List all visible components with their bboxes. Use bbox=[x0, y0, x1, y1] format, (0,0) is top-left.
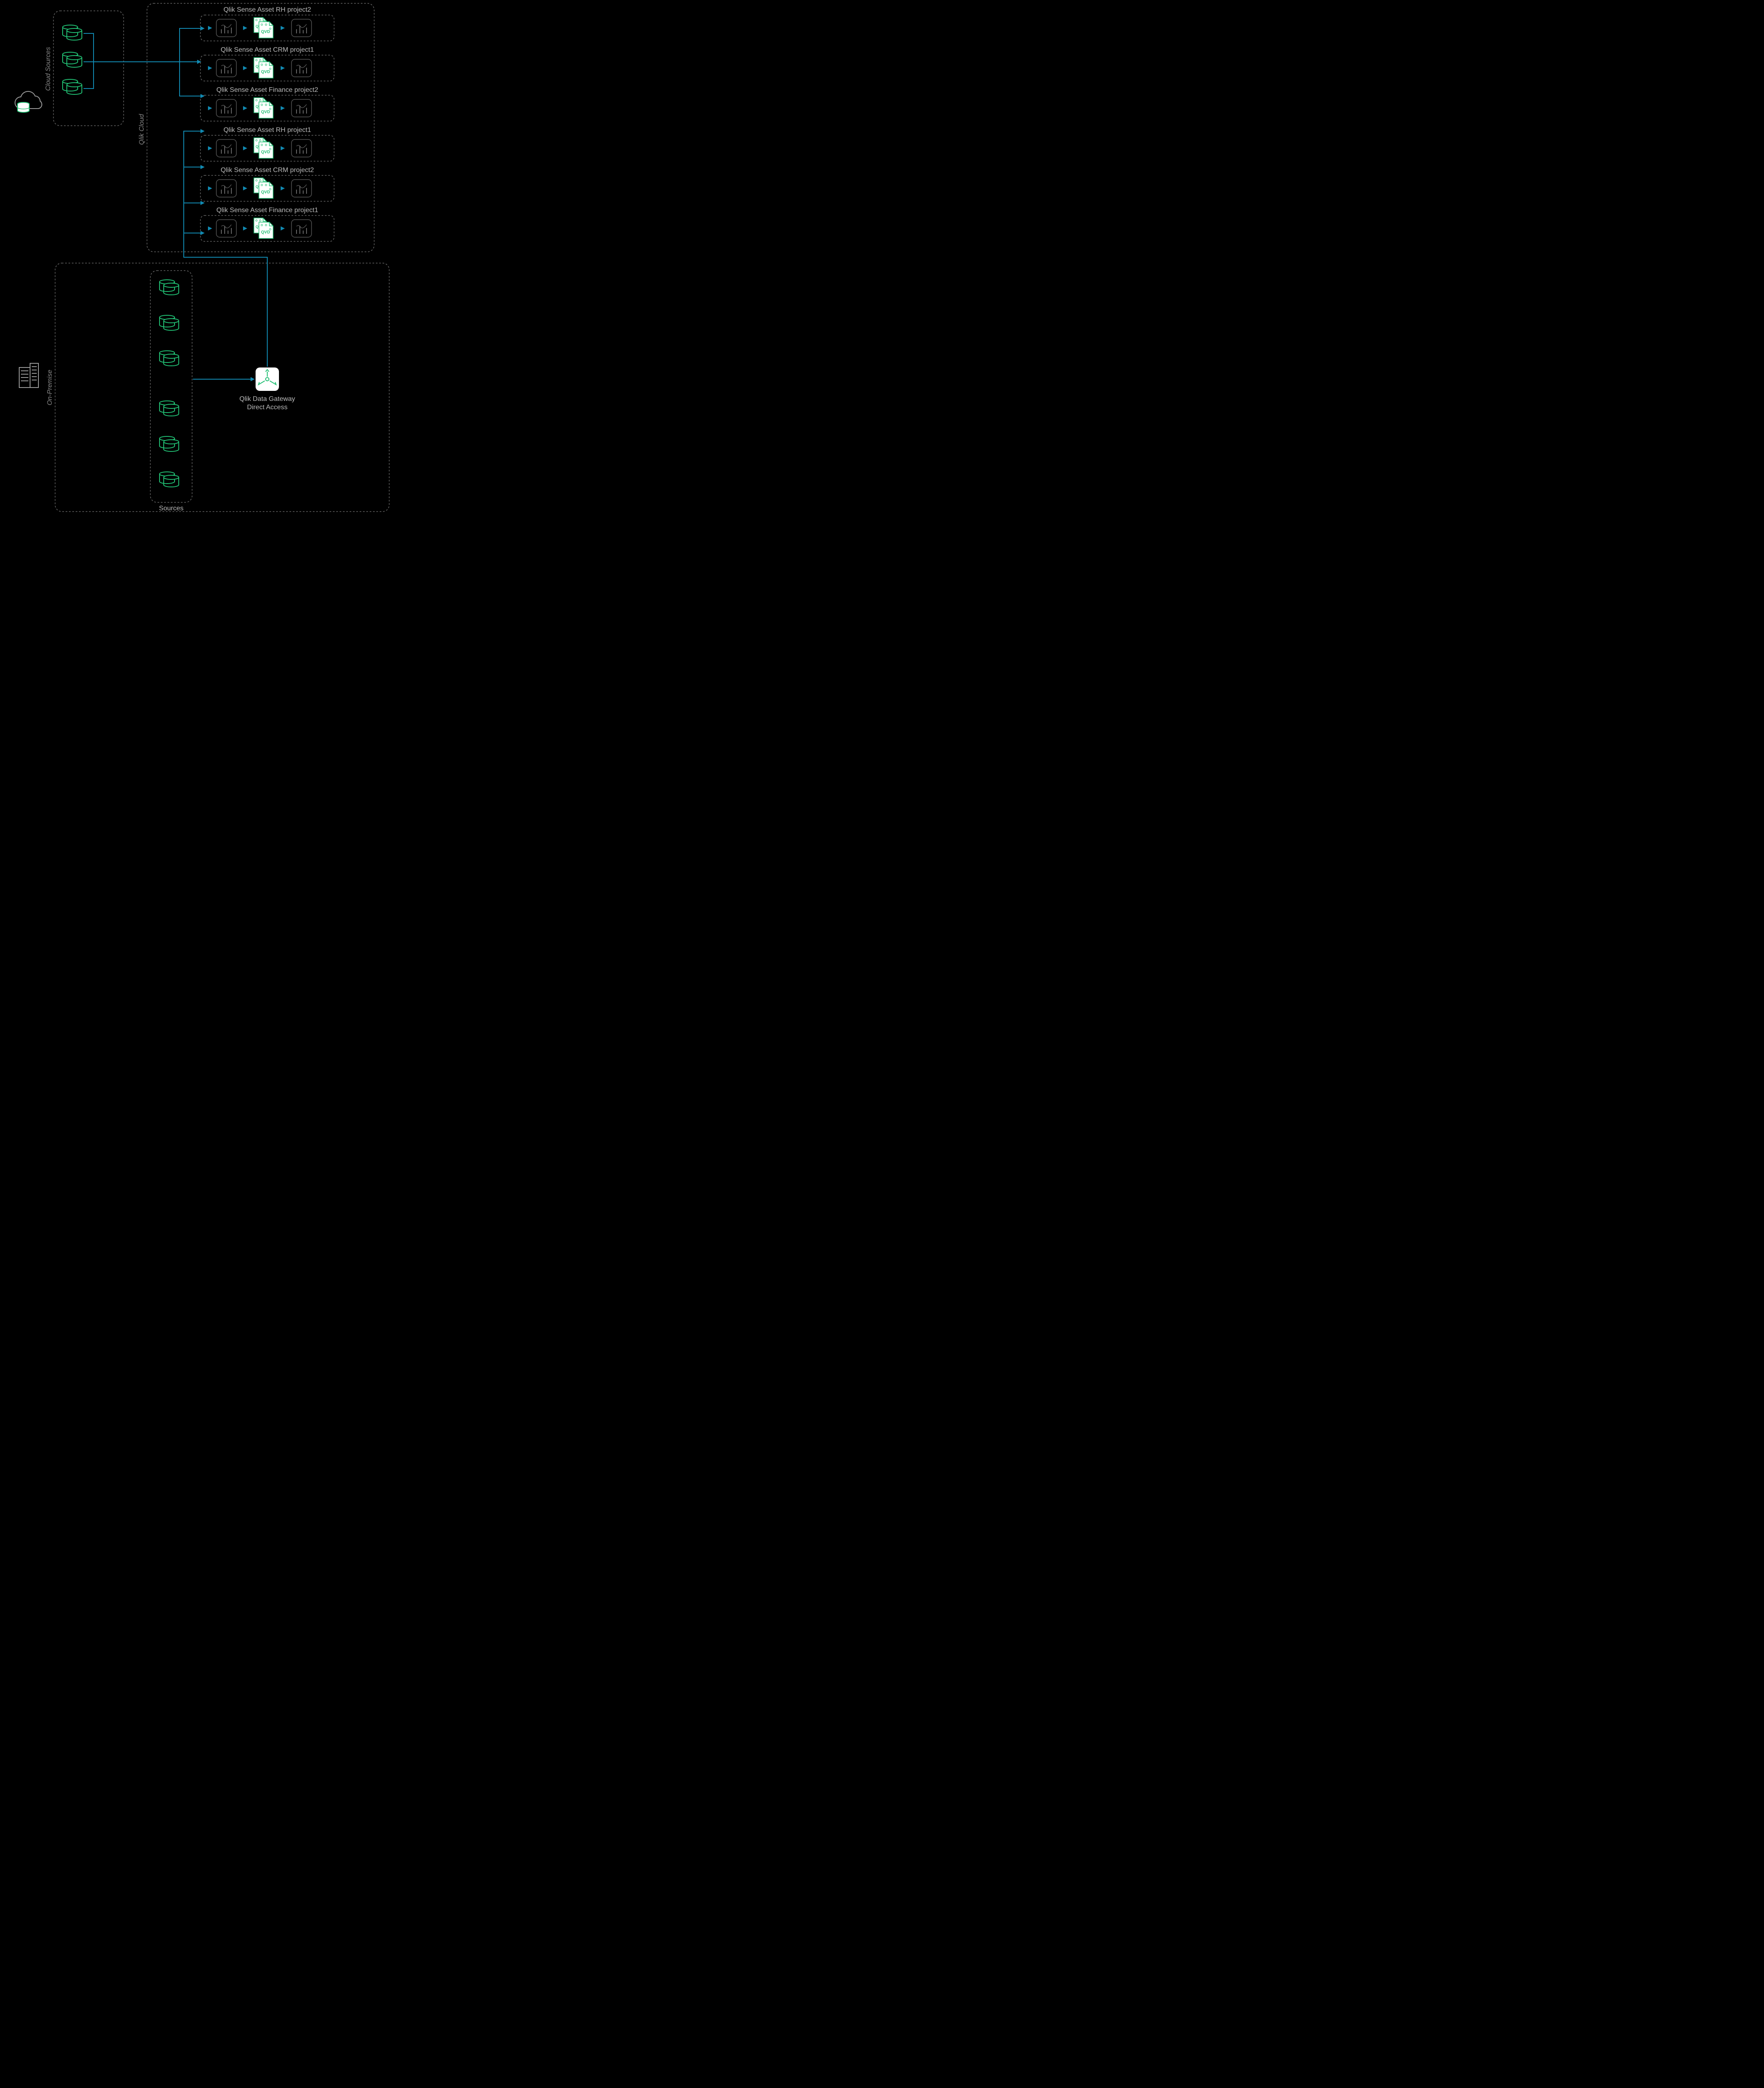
architecture-diagram: QV QVD Qlik Cloud Cloud Sources Qlik Sen… bbox=[0, 0, 401, 520]
asset-row: Qlik Sense Asset RH project2 bbox=[200, 6, 334, 41]
database-icon bbox=[160, 401, 179, 416]
asset-title: Qlik Sense Asset Finance project1 bbox=[216, 207, 318, 214]
flow-gateway-to-assets bbox=[184, 129, 267, 367]
asset-row: Qlik Sense Asset Finance project2 bbox=[200, 86, 334, 121]
database-icon bbox=[160, 280, 179, 295]
database-icon bbox=[63, 25, 82, 40]
asset-title: Qlik Sense Asset Finance project2 bbox=[216, 86, 318, 94]
cloud-sources-zone: Cloud Sources bbox=[45, 11, 124, 126]
qlik-data-gateway: Qlik Data Gateway Direct Access bbox=[239, 367, 295, 411]
asset-title: Qlik Sense Asset CRM project1 bbox=[220, 46, 314, 53]
gateway-label-2: Direct Access bbox=[247, 404, 288, 411]
database-icon bbox=[63, 79, 82, 94]
database-icon bbox=[160, 315, 179, 330]
flow-cloud-to-qlik bbox=[84, 26, 205, 98]
on-premise-zone: On-Premise bbox=[46, 263, 389, 512]
asset-row: Qlik Sense Asset Finance project1 bbox=[200, 207, 334, 241]
asset-row: Qlik Sense Asset RH project1 bbox=[200, 127, 334, 161]
asset-row: Qlik Sense Asset CRM project2 bbox=[200, 167, 334, 201]
gateway-label-1: Qlik Data Gateway bbox=[239, 395, 295, 403]
asset-title: Qlik Sense Asset CRM project2 bbox=[220, 167, 314, 174]
on-premise-label: On-Premise bbox=[46, 370, 53, 405]
asset-title: Qlik Sense Asset RH project1 bbox=[223, 127, 311, 134]
database-icon bbox=[160, 436, 179, 451]
flow-sources-to-gateway bbox=[193, 377, 255, 381]
asset-row: Qlik Sense Asset CRM project1 bbox=[200, 46, 334, 81]
database-icon bbox=[63, 52, 82, 67]
database-icon bbox=[160, 472, 179, 487]
database-icon bbox=[160, 351, 179, 366]
building-icon bbox=[19, 363, 38, 388]
assets-container: Qlik Sense Asset RH project2 Qlik Sense A… bbox=[200, 6, 334, 241]
cloud-icon bbox=[15, 91, 42, 112]
sources-label: Sources bbox=[159, 505, 184, 512]
sources-zone: Sources bbox=[150, 271, 192, 512]
qlik-cloud-label: Qlik Cloud bbox=[138, 114, 145, 145]
cloud-sources-label: Cloud Sources bbox=[45, 47, 52, 91]
asset-title: Qlik Sense Asset RH project2 bbox=[223, 6, 311, 13]
